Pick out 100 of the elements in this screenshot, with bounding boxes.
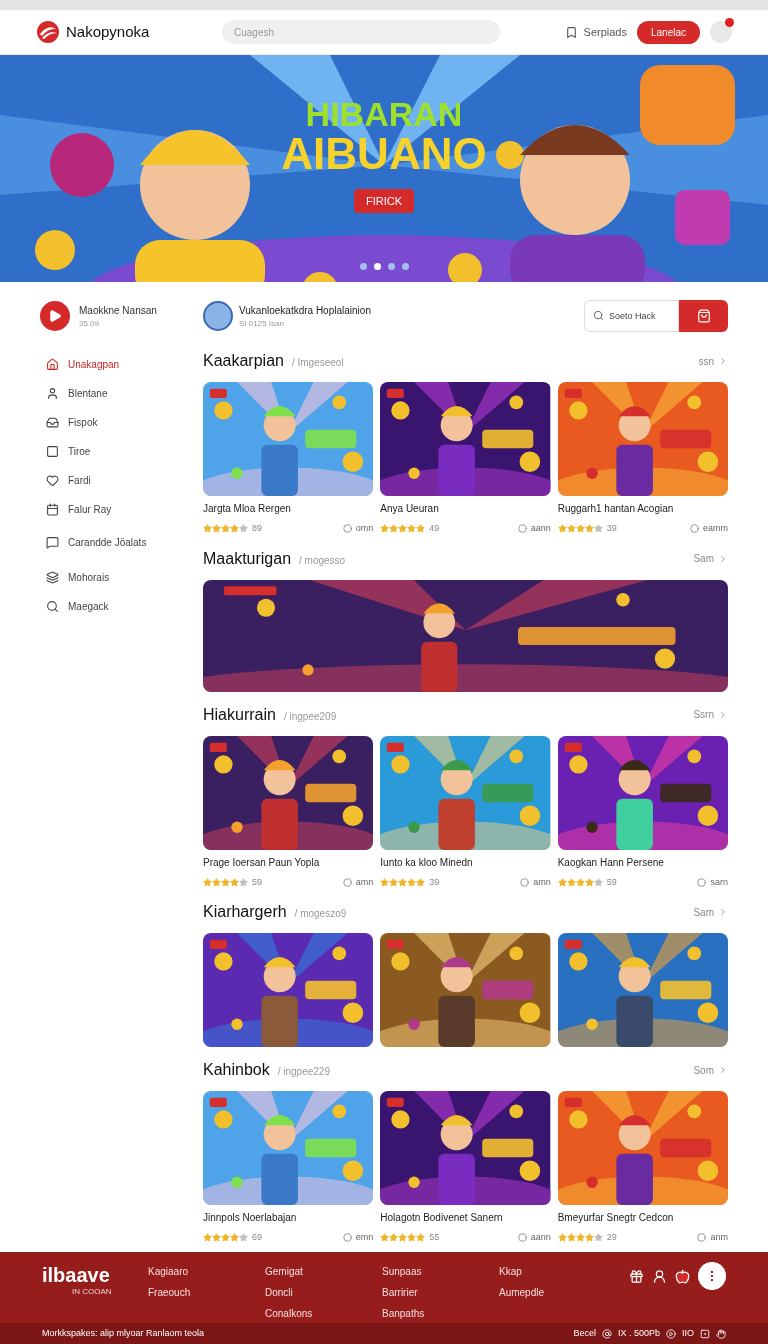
sidebar-item[interactable]: Tiroe [40,437,190,466]
star-icon [566,1233,576,1243]
footer-link[interactable]: Aumepdle [499,1285,616,1300]
rating-count: 89 [252,522,262,535]
status-icon [517,524,527,534]
star-icon [221,524,230,534]
see-all-link[interactable]: Ssrn [693,707,728,722]
section-subtitle: / mogesso [299,553,346,568]
search-icon [593,310,604,321]
section-subtitle: / ingpee209 [283,709,337,724]
rating-count: 59 [606,875,617,889]
status-icon [697,877,707,887]
nav-icon [46,474,59,487]
at-icon[interactable] [601,1328,612,1339]
star-icon [230,524,239,534]
bottom-label: IX . 500Pb [617,1326,660,1340]
channel-sub: 35.09 [79,317,101,330]
play-icon [48,309,62,323]
star-icon [575,1233,585,1243]
game-title[interactable]: Iunto ka kloo Minedn [380,854,551,870]
sidebar-item[interactable]: Unakagpan [40,350,190,379]
star-icon [398,524,408,534]
channel-name: Maokkne Nansan [79,303,157,318]
game-title[interactable]: Prage Ioersan Paun Yopla [203,854,374,870]
search-field[interactable]: Soeto Hack [584,300,679,332]
status-icon [342,877,352,887]
footer-link[interactable]: Kagiaaro [148,1264,265,1279]
game-title[interactable]: Bmeyurfar Snegtr Cedcon [557,1210,728,1225]
user-icon[interactable] [652,1268,667,1284]
rating-count: 39 [429,875,440,889]
search-field[interactable]: Cuagesh [222,20,500,44]
star-icon [557,877,567,887]
rating-count: 55 [429,1231,440,1244]
play-icon[interactable] [666,1328,676,1339]
nav-icon [46,387,59,400]
chevron-icon [718,709,728,720]
footer-link[interactable]: Gemigat [265,1264,382,1279]
status-icon [342,1233,352,1243]
footer-link[interactable]: Kkap [499,1264,616,1279]
hand-icon[interactable] [716,1328,726,1339]
hero-button[interactable]: FIRICK [353,189,415,213]
sidebar-item[interactable]: Maegack [40,592,190,621]
star-icon [584,877,594,887]
chevron-icon [718,356,728,366]
sidebar-item[interactable]: Fispok [40,408,190,437]
more-button[interactable] [698,1262,726,1290]
status-icon [342,524,352,534]
bookmark-icon [564,25,578,39]
game-title[interactable]: Anya Ueuran [380,501,551,516]
star-icon [239,877,248,887]
status-icon [697,1233,707,1243]
section-title: Kahinbok [203,1060,270,1080]
game-meta: amn [355,875,374,889]
footer-link[interactable]: Conalkons [265,1306,382,1321]
see-all-link[interactable]: Sam [693,551,728,566]
game-title[interactable]: Jinnpols Noerlabajan [203,1210,374,1225]
star-icon [230,1233,239,1243]
square-icon[interactable] [700,1328,710,1339]
footer-link[interactable]: Doncli [265,1285,382,1300]
nav-icon [46,358,59,371]
footer-link[interactable]: Banpaths [382,1306,499,1321]
game-meta: sarn [710,875,728,889]
game-title[interactable]: Holagotn Bodivenet Sanern [380,1210,551,1225]
rating-count: 59 [252,875,262,889]
footer-link[interactable]: Barririer [382,1285,499,1300]
avatar[interactable] [710,21,732,43]
chevron-icon [718,553,728,564]
game-title[interactable]: Ruggarh1 hantan Acogian [557,501,728,516]
apple-icon[interactable] [675,1268,690,1284]
sidebar-item[interactable]: Blentane [40,379,190,408]
star-icon [230,877,239,887]
see-all-link[interactable]: Som [693,1062,728,1078]
star-icon [593,524,603,534]
star-icon [566,524,576,534]
rating-count: 29 [606,1231,617,1244]
footer-link[interactable]: Sunpaas [382,1264,499,1279]
nav-icon [46,503,59,516]
sidebar-item[interactable]: Fardi [40,466,190,495]
bag-button[interactable] [679,300,728,332]
footer-link[interactable]: Fraeouch [148,1285,265,1300]
see-all-link[interactable]: ssn [698,353,728,369]
game-meta: aann [530,1231,551,1244]
game-title[interactable]: Kaogkan Hann Persene [557,854,728,870]
nav-icon [46,571,59,584]
hero-title: HIBARAN [305,97,463,131]
game-title[interactable]: Jargta Mloa Rergen [203,501,374,516]
star-icon [221,1233,230,1243]
star-icon [239,524,248,534]
see-all-link[interactable]: Sam [693,904,728,920]
section-title: Maakturigan [203,548,292,569]
sidebar-item[interactable]: Carandde Jöalats [40,528,190,557]
sidebar-item[interactable]: Mohorais [40,563,190,592]
star-icon [212,1233,221,1243]
gift-icon[interactable] [629,1268,644,1284]
primary-button[interactable]: Lanelac [636,20,700,44]
saved-link[interactable]: Serpiads [564,23,627,41]
star-icon [203,877,212,887]
star-icon [212,524,221,534]
star-icon [584,524,594,534]
sidebar-item[interactable]: Falur Ray [40,495,190,524]
